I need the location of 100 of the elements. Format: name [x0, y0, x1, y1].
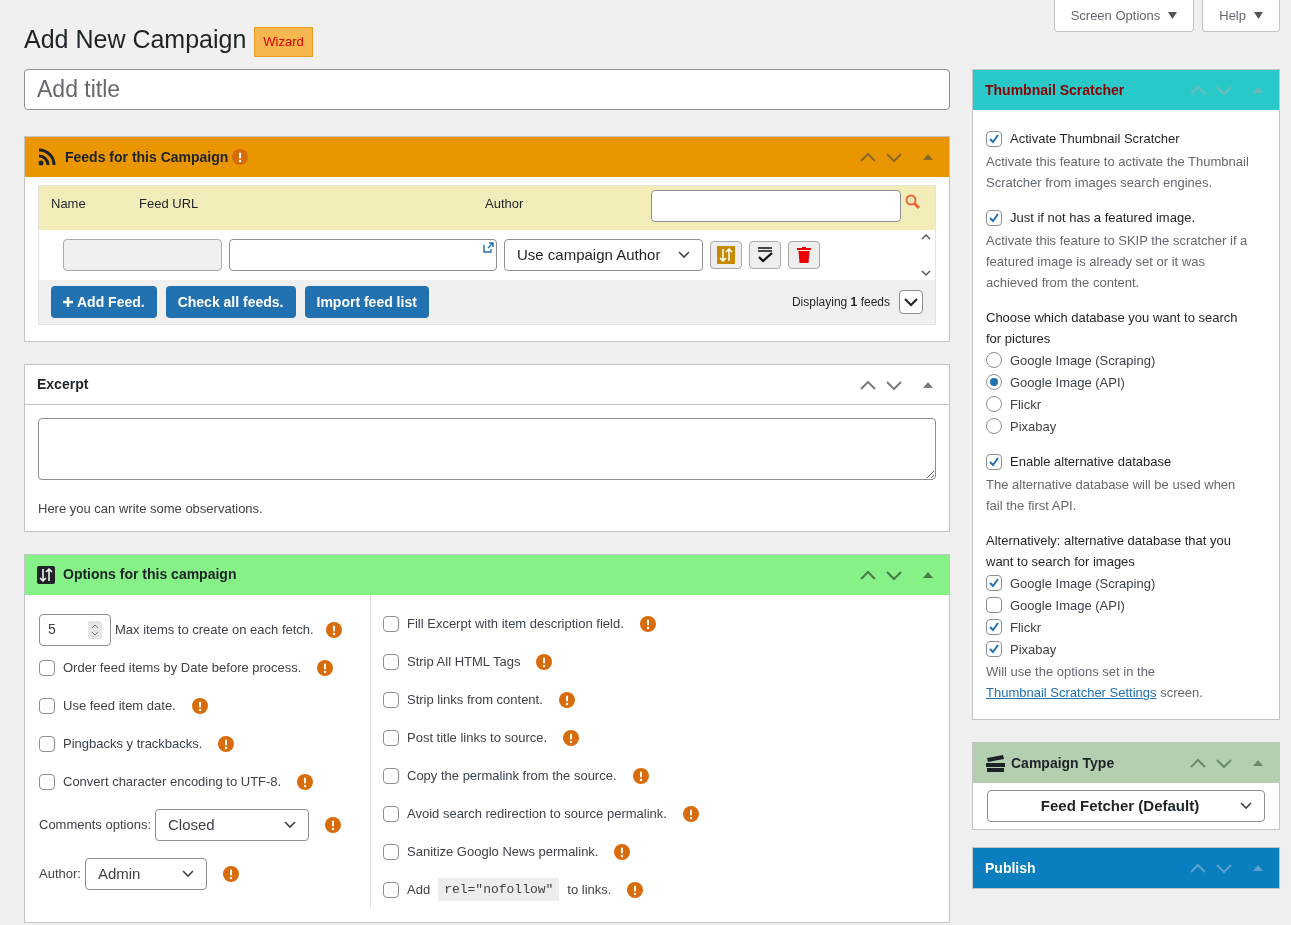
settings-link[interactable]: Thumbnail Scratcher Settings [986, 685, 1157, 700]
spinner-icon[interactable] [88, 620, 102, 639]
tickets-icon [985, 754, 1007, 772]
checkbox[interactable] [986, 130, 1002, 147]
section-heading: Alternatively: alternative database that you want to search for images [986, 532, 1232, 571]
number-field[interactable]: 5 [39, 613, 111, 646]
checkbox[interactable] [986, 597, 1002, 613]
checkbox[interactable] [39, 735, 55, 752]
option-label: Order feed items by Date before process. [63, 658, 302, 677]
hint-text: Here you can write some observations. [38, 500, 264, 518]
panel-title: Campaign Type [1011, 753, 1115, 773]
title-field[interactable]: Add title [24, 69, 950, 110]
trash-icon [797, 247, 811, 263]
scroll-down-icon[interactable] [921, 270, 931, 277]
checkbox[interactable] [383, 729, 399, 746]
excerpt-field[interactable] [38, 418, 936, 480]
collapse-triangle-icon[interactable] [923, 570, 933, 579]
checkbox[interactable] [986, 641, 1002, 657]
warning-icon [558, 691, 575, 708]
sort-button[interactable] [710, 241, 742, 269]
select-field[interactable]: Admin [84, 858, 207, 890]
checkbox[interactable] [383, 615, 399, 632]
checkbox[interactable] [986, 619, 1002, 635]
code-snippet: rel="nofollow" [438, 877, 560, 902]
search-field[interactable] [651, 190, 901, 222]
warning-icon [614, 843, 631, 860]
option-label: Copy the permalink from the source. [407, 766, 617, 785]
option-label: Avoid search redirection to source permalink. [407, 804, 667, 823]
external-link-icon[interactable] [483, 242, 494, 253]
option-label: Google Image (Scraping) [1010, 351, 1156, 370]
warning-icon [297, 773, 314, 790]
checkbox[interactable] [383, 767, 399, 784]
panel-title: Feeds for this Campaign [65, 147, 229, 167]
wizard-badge[interactable]: Wizard [254, 27, 313, 57]
radio-button[interactable] [986, 418, 1002, 434]
chevron-down-icon[interactable] [885, 378, 903, 391]
collapse-triangle-icon[interactable] [1253, 759, 1263, 767]
chevron-up-icon[interactable] [859, 568, 877, 581]
checkbox[interactable] [383, 843, 399, 860]
action-button[interactable]: Check all feeds. [165, 286, 296, 318]
description-text: Activate this feature to activate the Thumbnail Scratcher from images search engines. [986, 153, 1250, 192]
add-feed-button[interactable]: Add Feed. [51, 286, 157, 318]
screen-tab[interactable]: Screen Options [1053, 0, 1195, 32]
spellcheck-button[interactable] [749, 241, 781, 269]
radio-button[interactable] [986, 374, 1002, 390]
author-select[interactable]: Use campaign Author [504, 239, 703, 271]
option-label: Google Image (API) [1010, 596, 1125, 615]
select-field[interactable]: Closed [155, 809, 309, 841]
option-label: Just if not has a featured image. [1010, 209, 1195, 227]
warning-icon [639, 615, 656, 632]
chevron-down-icon[interactable] [885, 568, 903, 581]
action-button[interactable]: Import feed list [304, 286, 429, 318]
warning-icon [536, 653, 553, 670]
option-label: Strip All HTML Tags [407, 652, 521, 671]
radio-button[interactable] [986, 352, 1002, 368]
expand-button[interactable] [899, 290, 923, 314]
collapse-triangle-icon[interactable] [923, 153, 933, 161]
checkbox[interactable] [39, 697, 55, 714]
plus-icon [63, 297, 73, 307]
chevron-up-icon[interactable] [1189, 757, 1207, 769]
collapse-triangle-icon[interactable] [923, 380, 933, 389]
checkbox[interactable] [383, 881, 399, 898]
option-label: Activate Thumbnail Scratcher [1010, 130, 1180, 148]
option-label: Flickr [1010, 395, 1042, 414]
checkbox[interactable] [383, 691, 399, 708]
option-label: Strip links from content. [407, 690, 543, 709]
caret-icon [678, 251, 690, 259]
option-label: Sanitize Googlo News permalink. [407, 842, 599, 861]
campaign-type-select[interactable]: Feed Fetcher (Default) [987, 790, 1265, 822]
spellcheck-icon [755, 246, 775, 264]
caret-icon [284, 821, 296, 829]
checkbox[interactable] [986, 575, 1002, 591]
checkbox[interactable] [383, 805, 399, 822]
option-label: Google Image (Scraping) [1010, 574, 1156, 593]
screen-tab[interactable]: Help [1202, 0, 1280, 32]
checkbox[interactable] [986, 209, 1002, 226]
checkbox[interactable] [39, 659, 55, 676]
dropdown-triangle-icon [1254, 12, 1263, 19]
option-label: Convert character encoding to UTF-8. [63, 772, 282, 791]
radio-button[interactable] [986, 396, 1002, 412]
feed-url-field[interactable] [229, 239, 497, 271]
chevron-up-icon[interactable] [859, 151, 877, 163]
option-label: Pingbacks y trackbacks. [63, 734, 203, 753]
chevron-down-icon[interactable] [885, 151, 903, 163]
dropdown-triangle-icon [1168, 12, 1178, 19]
chevron-up-icon[interactable] [859, 378, 877, 391]
delete-button[interactable] [788, 241, 820, 269]
page-title: Add New Campaign [24, 24, 247, 56]
search-icon[interactable] [905, 194, 921, 210]
warning-icon [218, 735, 235, 752]
chevron-down-icon[interactable] [1215, 757, 1233, 769]
scroll-up-icon[interactable] [921, 233, 931, 240]
checkbox[interactable] [39, 773, 55, 790]
description-text: The alternative database will be used when fail the first API. [986, 476, 1237, 515]
warning-icon [232, 149, 249, 165]
option-label: Flickr [1010, 618, 1042, 637]
option-label: Post title links to source. [407, 728, 548, 747]
checkbox[interactable] [986, 453, 1002, 470]
checkbox[interactable] [383, 653, 399, 670]
option-label: Author: [39, 865, 81, 884]
